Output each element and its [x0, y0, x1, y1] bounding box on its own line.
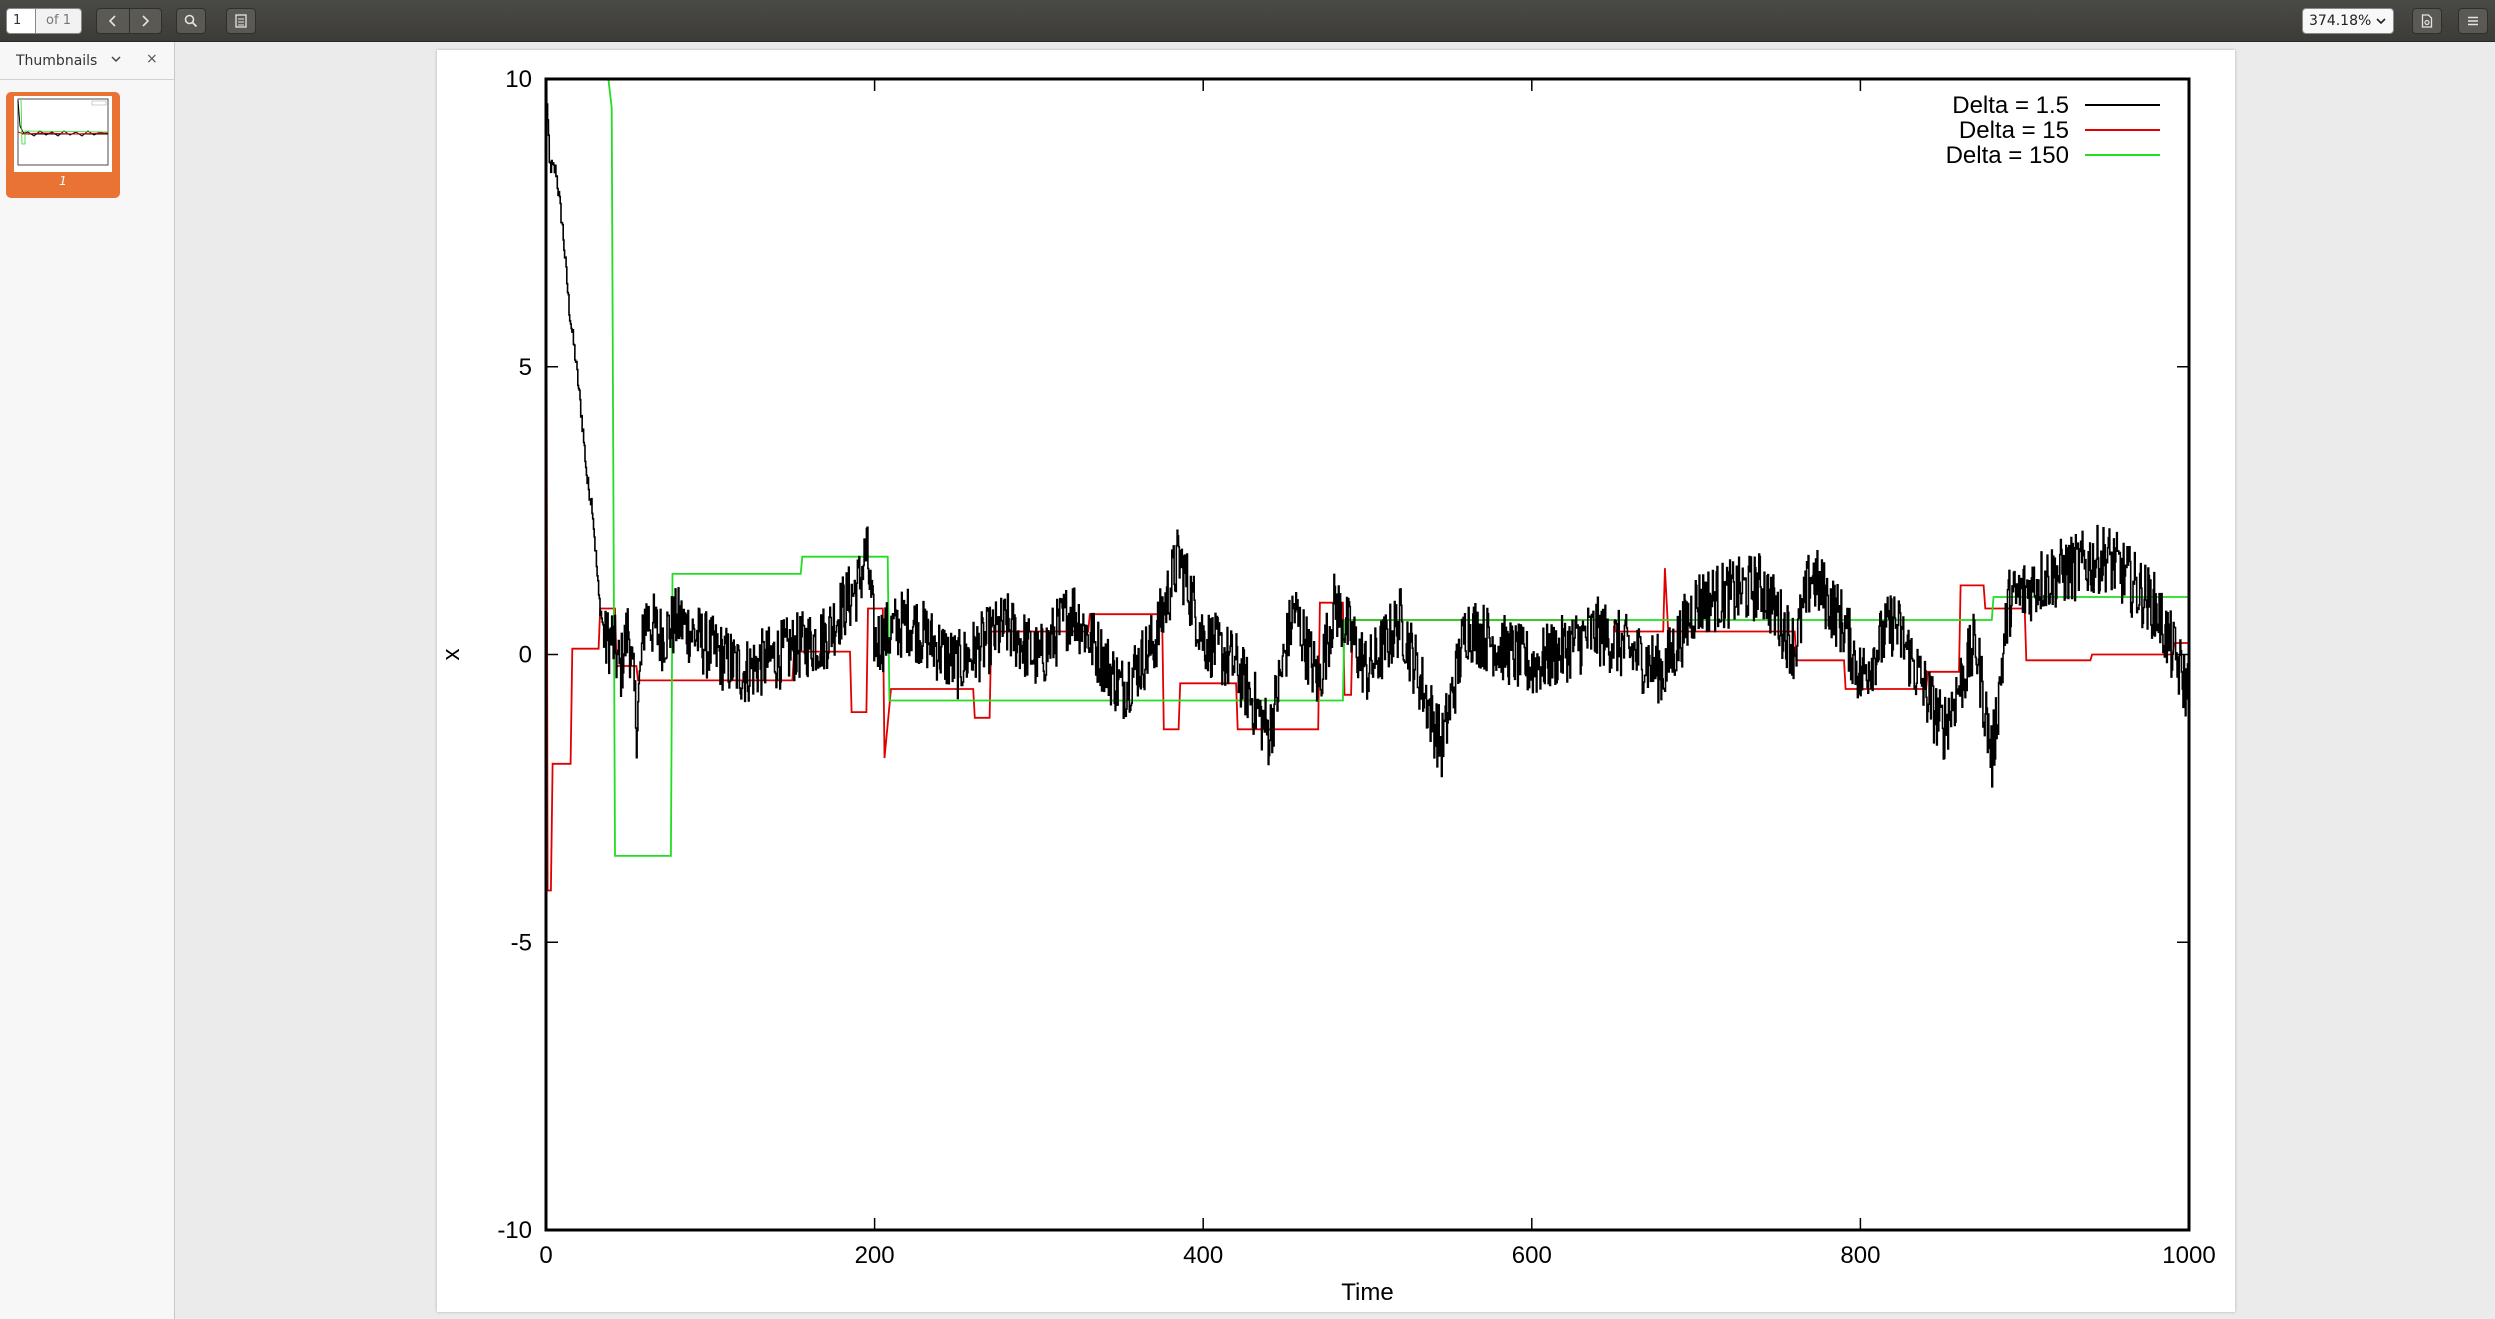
line-chart: 0 200 400 600 800 1000 10 5 0 -5 -10 Time x Delta … [438, 66, 2216, 1306]
x-tick-label: 200 [855, 1242, 895, 1269]
y-tick-label: 5 [519, 354, 532, 381]
document-properties-button[interactable] [2412, 8, 2442, 34]
sidebar: Thumbnails × 1 [0, 42, 175, 1319]
legend-label: Delta = 1.5 [1952, 92, 2069, 119]
hamburger-menu-icon [2468, 16, 2478, 26]
page-navigation [96, 8, 162, 34]
sidebar-mode-select[interactable]: Thumbnails [16, 53, 97, 69]
zoom-select[interactable]: 374.18% [2302, 8, 2394, 34]
series-line-3 [607, 79, 2189, 857]
page-count-label: of 1 [36, 8, 82, 34]
x-tick-label: 0 [539, 1242, 552, 1269]
chevron-down-icon[interactable] [110, 55, 122, 65]
series-line-2 [546, 79, 2189, 892]
chevron-right-icon [142, 15, 150, 27]
x-tick-label: 1000 [2162, 1242, 2215, 1269]
y-tick-label: -5 [511, 929, 532, 956]
zoom-value: 374.18% [2309, 13, 2372, 29]
sidebar-header: Thumbnails × [0, 42, 174, 80]
chevron-left-icon [108, 15, 116, 27]
thumbnail-page-1[interactable]: 1 [6, 92, 120, 198]
chart-legend: Delta = 1.5Delta = 15Delta = 150 [1946, 92, 2160, 169]
sidebar-toggle-icon [235, 14, 247, 28]
y-tick-label: -10 [497, 1217, 532, 1244]
legend-label: Delta = 150 [1946, 142, 2069, 169]
x-tick-label: 800 [1840, 1242, 1880, 1269]
previous-page-button[interactable] [97, 9, 129, 33]
thumbnail-page-number: 1 [59, 174, 67, 188]
thumbnail-image [14, 96, 112, 172]
toolbar: 1 of 1 374.18% [0, 0, 2495, 42]
search-icon [184, 14, 198, 28]
close-sidebar-button[interactable]: × [146, 51, 158, 67]
y-axis-label: x [438, 649, 465, 661]
document-icon [2421, 14, 2433, 28]
x-tick-label: 400 [1183, 1242, 1223, 1269]
y-tick-label: 0 [519, 642, 532, 669]
legend-label: Delta = 15 [1959, 117, 2069, 144]
x-axis-label: Time [1341, 1279, 1393, 1306]
pdf-page: 0 200 400 600 800 1000 10 5 0 -5 -10 Time x Delta … [437, 50, 2235, 1312]
document-view[interactable]: 0 200 400 600 800 1000 10 5 0 -5 -10 Time x Delta … [175, 42, 2495, 1319]
x-tick-label: 600 [1512, 1242, 1552, 1269]
chevron-down-icon [2376, 18, 2386, 25]
sidebar-toggle-button[interactable] [226, 8, 256, 34]
next-page-button[interactable] [129, 9, 161, 33]
main-menu-button[interactable] [2458, 8, 2488, 34]
page-number-input[interactable]: 1 [6, 8, 36, 34]
search-button[interactable] [176, 8, 206, 34]
y-tick-label: 10 [505, 66, 532, 93]
